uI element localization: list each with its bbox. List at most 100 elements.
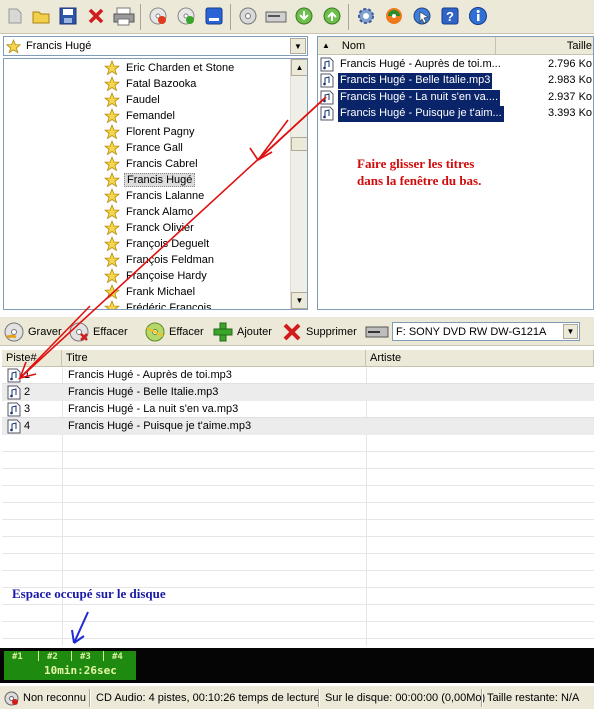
erase-disc-button[interactable]: Effacer [68, 320, 128, 344]
tree-item[interactable]: Fatal Bazooka [104, 76, 294, 92]
status-on-disc: Sur le disque: 00:00:00 (0,00Mo) [325, 692, 486, 704]
capacity-time: 10min:26sec [44, 664, 117, 677]
print-icon[interactable] [112, 4, 136, 28]
delete-icon[interactable] [84, 4, 108, 28]
scroll-up-icon[interactable]: ▲ [291, 59, 307, 76]
star-folder-icon [104, 60, 120, 76]
tree-scrollbar[interactable]: ▲ ▼ [290, 59, 307, 309]
file-size: 2.983 Ko [548, 74, 593, 86]
file-row-selected[interactable]: Francis Hugé - Belle Italie.mp3 2.983 Ko [320, 73, 593, 89]
chevron-down-icon[interactable]: ▼ [290, 38, 306, 54]
tree-item[interactable]: Francis Cabrel [104, 156, 294, 172]
open-folder-icon[interactable] [29, 4, 53, 28]
tree-item[interactable]: Florent Pagny [104, 124, 294, 140]
tree-item[interactable]: Françoise Hardy [104, 268, 294, 284]
tree-item-selected[interactable]: Francis Hugé [104, 172, 294, 188]
column-header-name[interactable]: ▲ Nom [318, 37, 496, 55]
capacity-segment: #4 [112, 652, 123, 662]
track-number: 3 [24, 403, 31, 415]
tree-item-label: Francis Hugé [124, 173, 196, 187]
tree-item-label: Francis Lalanne [126, 190, 205, 202]
tree-item[interactable]: Franck Olivier [104, 220, 294, 236]
tree-item[interactable]: François Feldman [104, 252, 294, 268]
scroll-down-icon[interactable]: ▼ [291, 292, 307, 309]
audio-file-icon [7, 402, 21, 417]
info-icon[interactable] [466, 4, 490, 28]
remove-button[interactable]: Supprimer [281, 320, 357, 344]
star-folder-icon [104, 172, 120, 188]
remove-button-label: Supprimer [306, 326, 357, 338]
drag-hint-line-1: Faire glisser les titres [357, 156, 475, 171]
star-folder-icon [104, 140, 120, 156]
remove-icon [283, 323, 301, 341]
status-disc-text: Non reconnu [23, 692, 86, 704]
tree-item-label: Frank Michael [126, 286, 196, 298]
web-icon[interactable] [410, 4, 434, 28]
column-header-track[interactable]: Piste# [2, 350, 62, 367]
burn-button[interactable]: Graver [3, 320, 62, 344]
disc-info-icon[interactable] [236, 4, 260, 28]
star-folder-icon [104, 92, 120, 108]
window-icon[interactable] [202, 4, 226, 28]
drive-icon[interactable] [264, 4, 288, 28]
tree-item[interactable]: Femandel [104, 108, 294, 124]
add-button[interactable]: Ajouter [212, 320, 272, 344]
download-icon[interactable] [292, 4, 316, 28]
file-name: Francis Hugé - Auprès de toi.m... [340, 58, 501, 70]
disc-status-icon [4, 691, 19, 705]
disc-check-icon[interactable] [174, 4, 198, 28]
media-player-icon[interactable] [382, 4, 406, 28]
new-project-icon[interactable] [3, 4, 27, 28]
tree-item[interactable]: Frank Michael [104, 284, 294, 300]
tree-item[interactable]: Franck Alamo [104, 204, 294, 220]
tree-item-label: François Deguelt [126, 238, 210, 250]
capacity-segment: #1 [12, 652, 23, 662]
capacity-segment: #2 [47, 652, 58, 662]
file-name: Francis Hugé - Belle Italie.mp3 [338, 73, 493, 89]
star-folder-icon [104, 236, 120, 252]
drive-select[interactable]: F: SONY DVD RW DW-G121A ▼ [392, 322, 580, 341]
track-row[interactable]: 2 Francis Hugé - Belle Italie.mp3 [2, 384, 594, 401]
file-row-selected[interactable]: Francis Hugé - Puisque je t'aim... 3.393… [320, 106, 592, 122]
column-header-title[interactable]: Titre [62, 350, 366, 367]
tree-item[interactable]: France Gall [104, 140, 294, 156]
star-folder-icon [104, 188, 120, 204]
file-row[interactable]: Francis Hugé - Auprès de toi.m... 2.796 … [320, 57, 592, 73]
add-button-label: Ajouter [237, 326, 272, 338]
track-title: Francis Hugé - Belle Italie.mp3 [68, 386, 219, 398]
star-folder-icon [104, 204, 120, 220]
tree-item[interactable]: François Deguelt [104, 236, 294, 252]
chevron-down-icon[interactable]: ▼ [563, 324, 578, 339]
scroll-thumb[interactable] [291, 137, 307, 151]
folder-select[interactable]: Francis Hugé ▼ [3, 36, 308, 56]
tree-item-label: France Gall [126, 142, 183, 154]
track-row[interactable]: 3 Francis Hugé - La nuit s'en va.mp3 [2, 401, 594, 418]
file-size: 2.937 Ko [548, 91, 593, 103]
track-title: Francis Hugé - La nuit s'en va.mp3 [68, 403, 239, 415]
folder-tree: Eric Charden et Stone Fatal Bazooka Faud… [3, 58, 308, 310]
save-icon[interactable] [56, 4, 80, 28]
tree-item[interactable]: Faudel [104, 92, 294, 108]
tree-item-label: Florent Pagny [126, 126, 195, 138]
main-toolbar: ? [0, 0, 594, 34]
tree-item[interactable]: Frédéric François [104, 300, 294, 310]
column-header-artist[interactable]: Artiste [366, 350, 594, 367]
tree-item[interactable]: Eric Charden et Stone [104, 60, 294, 76]
star-folder-icon [104, 284, 120, 300]
disc-erase-icon[interactable] [146, 4, 170, 28]
track-row[interactable]: 1 Francis Hugé - Auprès de toi.mp3 [2, 367, 594, 384]
track-row[interactable]: 4 Francis Hugé - Puisque je t'aime.mp3 [2, 418, 594, 435]
upload-icon[interactable] [320, 4, 344, 28]
settings-gear-icon[interactable] [354, 4, 378, 28]
help-icon[interactable]: ? [438, 4, 462, 28]
tree-item[interactable]: Francis Lalanne [104, 188, 294, 204]
star-folder-icon [104, 252, 120, 268]
tree-item-label: Femandel [126, 110, 175, 122]
star-folder-icon [104, 220, 120, 236]
clear-button[interactable]: Effacer [144, 320, 204, 344]
file-row-selected[interactable]: Francis Hugé - La nuit s'en va.... 2.937… [320, 90, 593, 106]
tree-item-label: Frédéric François [126, 302, 212, 310]
column-header-size[interactable]: Taille [496, 37, 593, 55]
star-folder-icon [104, 108, 120, 124]
column-header-name-label: Nom [341, 39, 366, 52]
